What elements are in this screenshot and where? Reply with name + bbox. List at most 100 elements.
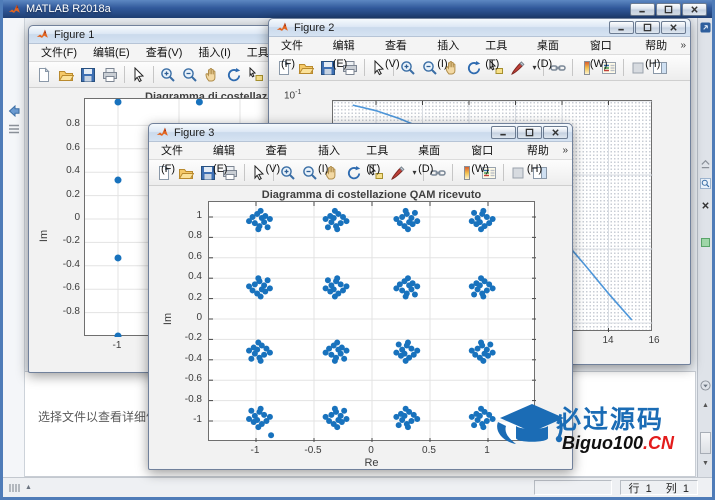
brush-button[interactable] [507, 57, 529, 78]
menu-item-file[interactable]: 文件(F) [273, 37, 325, 70]
menu-item-edit[interactable]: 编辑(E) [325, 37, 377, 70]
edit-cursor-button[interactable] [128, 64, 150, 85]
menu-item-view[interactable]: 查看(V) [138, 44, 191, 62]
scatter-point [487, 341, 494, 348]
scatter-point [341, 355, 348, 362]
figure3-axes[interactable] [208, 201, 536, 442]
brush-button[interactable] [387, 162, 409, 183]
rotate-3d-button[interactable] [223, 64, 245, 85]
tick-label: -1 [250, 445, 260, 456]
menu-item-file[interactable]: 文件(F) [33, 44, 85, 62]
menu-overflow-chevron[interactable]: » [680, 40, 686, 51]
menu-item-edit[interactable]: 编辑(E) [205, 142, 258, 175]
maximize-button[interactable] [635, 21, 660, 34]
close-panel-icon[interactable] [700, 200, 711, 211]
print-figure-button[interactable] [99, 64, 121, 85]
y-log-tick-label: 10-1 [284, 89, 302, 102]
new-document-button[interactable] [33, 64, 55, 85]
maximize-button[interactable] [656, 2, 681, 16]
tick-label: 0.5 [422, 445, 436, 456]
menu-item-insert[interactable]: 插入(I) [190, 44, 238, 62]
tick-label: -1 [193, 414, 202, 425]
scatter-point [480, 424, 487, 431]
rotate-3d-button[interactable] [463, 57, 485, 78]
figure2-titlebar[interactable]: Figure 2 [269, 19, 690, 37]
tick-label: 0 [368, 445, 374, 456]
menu-item-desktop[interactable]: 桌面(D) [410, 142, 463, 175]
scatter-point [246, 415, 253, 422]
scatter-point [257, 405, 264, 412]
toolbar-separator [452, 164, 453, 181]
maximize-button[interactable] [517, 126, 542, 139]
toolbar-separator [503, 164, 504, 181]
rotate-3d-button[interactable] [343, 162, 365, 183]
menu-item-window[interactable]: 窗口(W) [463, 142, 519, 175]
save-figure-button[interactable] [77, 64, 99, 85]
menu-item-tools[interactable]: 工具(T) [358, 142, 410, 175]
menu-item-insert[interactable]: 插入(I) [429, 37, 477, 70]
tick-label: 1 [196, 210, 202, 221]
magnifier-icon[interactable] [700, 178, 711, 189]
zoom-out-button[interactable] [179, 64, 201, 85]
menu-item-view[interactable]: 查看(V) [377, 37, 429, 70]
menu-item-tools[interactable]: 工具(T) [477, 37, 529, 70]
tick-label: 0.2 [188, 291, 202, 303]
menu-item-window[interactable]: 窗口(W) [582, 37, 637, 70]
pin-icon[interactable] [700, 22, 711, 33]
statusbar-grip-icon[interactable]: ▲ [9, 483, 32, 493]
menu-overflow-chevron[interactable]: » [562, 145, 568, 156]
tick-label: 0.6 [66, 141, 80, 153]
menu-item-insert[interactable]: 插入(I) [310, 142, 358, 175]
open-file-button[interactable] [295, 57, 317, 78]
tick-label: -0.4 [184, 352, 202, 364]
list-icon[interactable] [7, 122, 21, 136]
scatter-point [468, 347, 475, 354]
collapse-icon[interactable] [700, 158, 711, 169]
figure3-titlebar[interactable]: Figure 3 [149, 124, 572, 142]
menu-item-desktop[interactable]: 桌面(D) [529, 37, 582, 70]
scatter-point [330, 286, 337, 293]
scatter-point [248, 407, 255, 414]
scatter-point [343, 283, 350, 290]
minimize-button[interactable] [609, 21, 634, 34]
menu-item-file[interactable]: 文件(F) [153, 142, 205, 175]
watermark: 必过源码 Biguo100.CN [497, 386, 712, 468]
zoom-in-button[interactable] [277, 162, 299, 183]
data-cursor-button[interactable] [245, 64, 267, 85]
rotate-3d-icon [466, 60, 482, 76]
status-cell-empty [533, 480, 612, 495]
minimize-button[interactable] [630, 2, 655, 16]
zoom-in-button[interactable] [397, 57, 419, 78]
scatter-point [264, 277, 271, 284]
scatter-point [343, 218, 350, 225]
zoom-in-button[interactable] [157, 64, 179, 85]
open-file-button[interactable] [175, 162, 197, 183]
plot-title: Diagramma di costellazione QAM ricevuto [261, 189, 482, 201]
open-file-button[interactable] [55, 64, 77, 85]
figure-logo-icon [36, 28, 49, 41]
back-arrow-icon[interactable] [7, 104, 21, 118]
hide-plot-tools-button[interactable] [507, 162, 529, 183]
menu-item-view[interactable]: 查看(V) [257, 142, 310, 175]
variable-icon[interactable] [701, 238, 710, 247]
scatter-point [468, 413, 475, 420]
scatter-point [402, 357, 409, 364]
pan-button[interactable] [201, 64, 223, 85]
scatter-point [334, 226, 341, 233]
scatter-point [478, 339, 485, 346]
menu-item-edit[interactable]: 编辑(E) [85, 44, 138, 62]
close-button[interactable] [661, 21, 686, 34]
scatter-point [402, 293, 409, 300]
minimize-button[interactable] [491, 126, 516, 139]
toolbar-separator [124, 66, 125, 83]
close-button[interactable] [543, 126, 568, 139]
scatter-point [257, 357, 264, 364]
scatter-point [331, 357, 338, 364]
main-titlebar[interactable]: MATLAB R2018a [3, 0, 712, 18]
scatter-point [476, 412, 483, 419]
scatter-point [476, 219, 483, 226]
open-file-icon [178, 165, 194, 181]
close-button[interactable] [682, 2, 707, 16]
zoom-out-icon [422, 60, 438, 76]
tick-label: -0.8 [184, 393, 202, 405]
